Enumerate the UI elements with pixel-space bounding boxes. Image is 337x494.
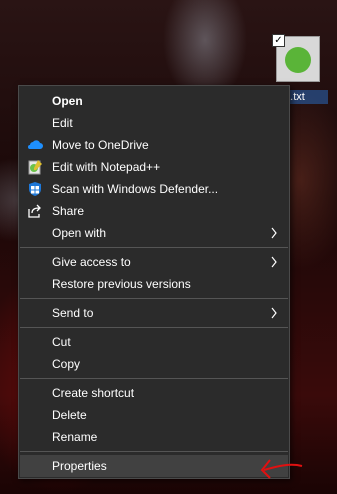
menu-item-label: Rename [52,430,98,444]
menu-item-scan-defender[interactable]: Scan with Windows Defender... [20,178,288,200]
chevron-right-icon [271,256,277,268]
red-arrow-annotation [260,459,303,479]
menu-item-copy[interactable]: Copy [20,353,288,375]
menu-item-properties[interactable]: Properties [20,455,288,477]
menu-item-label: Delete [52,408,87,422]
menu-item-rename[interactable]: Rename [20,426,288,448]
menu-item-create-shortcut[interactable]: Create shortcut [20,382,288,404]
menu-separator [20,247,288,248]
menu-item-edit-with-notepad[interactable]: Edit with Notepad++ [20,156,288,178]
menu-item-label: Restore previous versions [52,277,191,291]
menu-item-edit[interactable]: Edit [20,112,288,134]
menu-item-cut[interactable]: Cut [20,331,288,353]
menu-item-give-access-to[interactable]: Give access to [20,251,288,273]
chevron-right-icon [271,307,277,319]
menu-item-label: Open with [52,226,107,240]
menu-item-label: Edit [52,116,73,130]
menu-item-label: Scan with Windows Defender... [52,182,219,196]
menu-separator [20,327,288,328]
share-icon [28,204,41,218]
menu-item-label: Share [52,204,85,218]
menu-item-label: Move to OneDrive [52,138,149,152]
menu-item-label: Create shortcut [52,386,135,400]
chevron-right-icon [271,227,277,239]
menu-item-label: Copy [52,357,81,371]
menu-separator [20,378,288,379]
context-menu: Open Edit Move to OneDrive Edit with Not… [18,85,290,479]
menu-separator [20,451,288,452]
menu-separator [20,298,288,299]
notepad-plus-plus-icon [28,160,42,175]
menu-item-send-to[interactable]: Send to [20,302,288,324]
menu-item-open-with[interactable]: Open with [20,222,288,244]
menu-item-restore-previous-versions[interactable]: Restore previous versions [20,273,288,295]
menu-item-label: Give access to [52,255,131,269]
menu-item-delete[interactable]: Delete [20,404,288,426]
onedrive-cloud-icon [28,140,43,149]
menu-item-open[interactable]: Open [20,90,288,112]
menu-item-label: Cut [52,335,71,349]
menu-item-label: Open [52,94,83,108]
menu-item-share[interactable]: Share [20,200,288,222]
menu-item-label: Properties [52,459,107,473]
menu-item-label: Edit with Notepad++ [52,160,161,174]
menu-item-move-to-onedrive[interactable]: Move to OneDrive [20,134,288,156]
windows-defender-shield-icon [29,182,41,196]
notepad-leaf-icon [285,47,311,73]
selection-checkbox[interactable]: ✓ [272,34,285,47]
menu-item-label: Send to [52,306,94,320]
